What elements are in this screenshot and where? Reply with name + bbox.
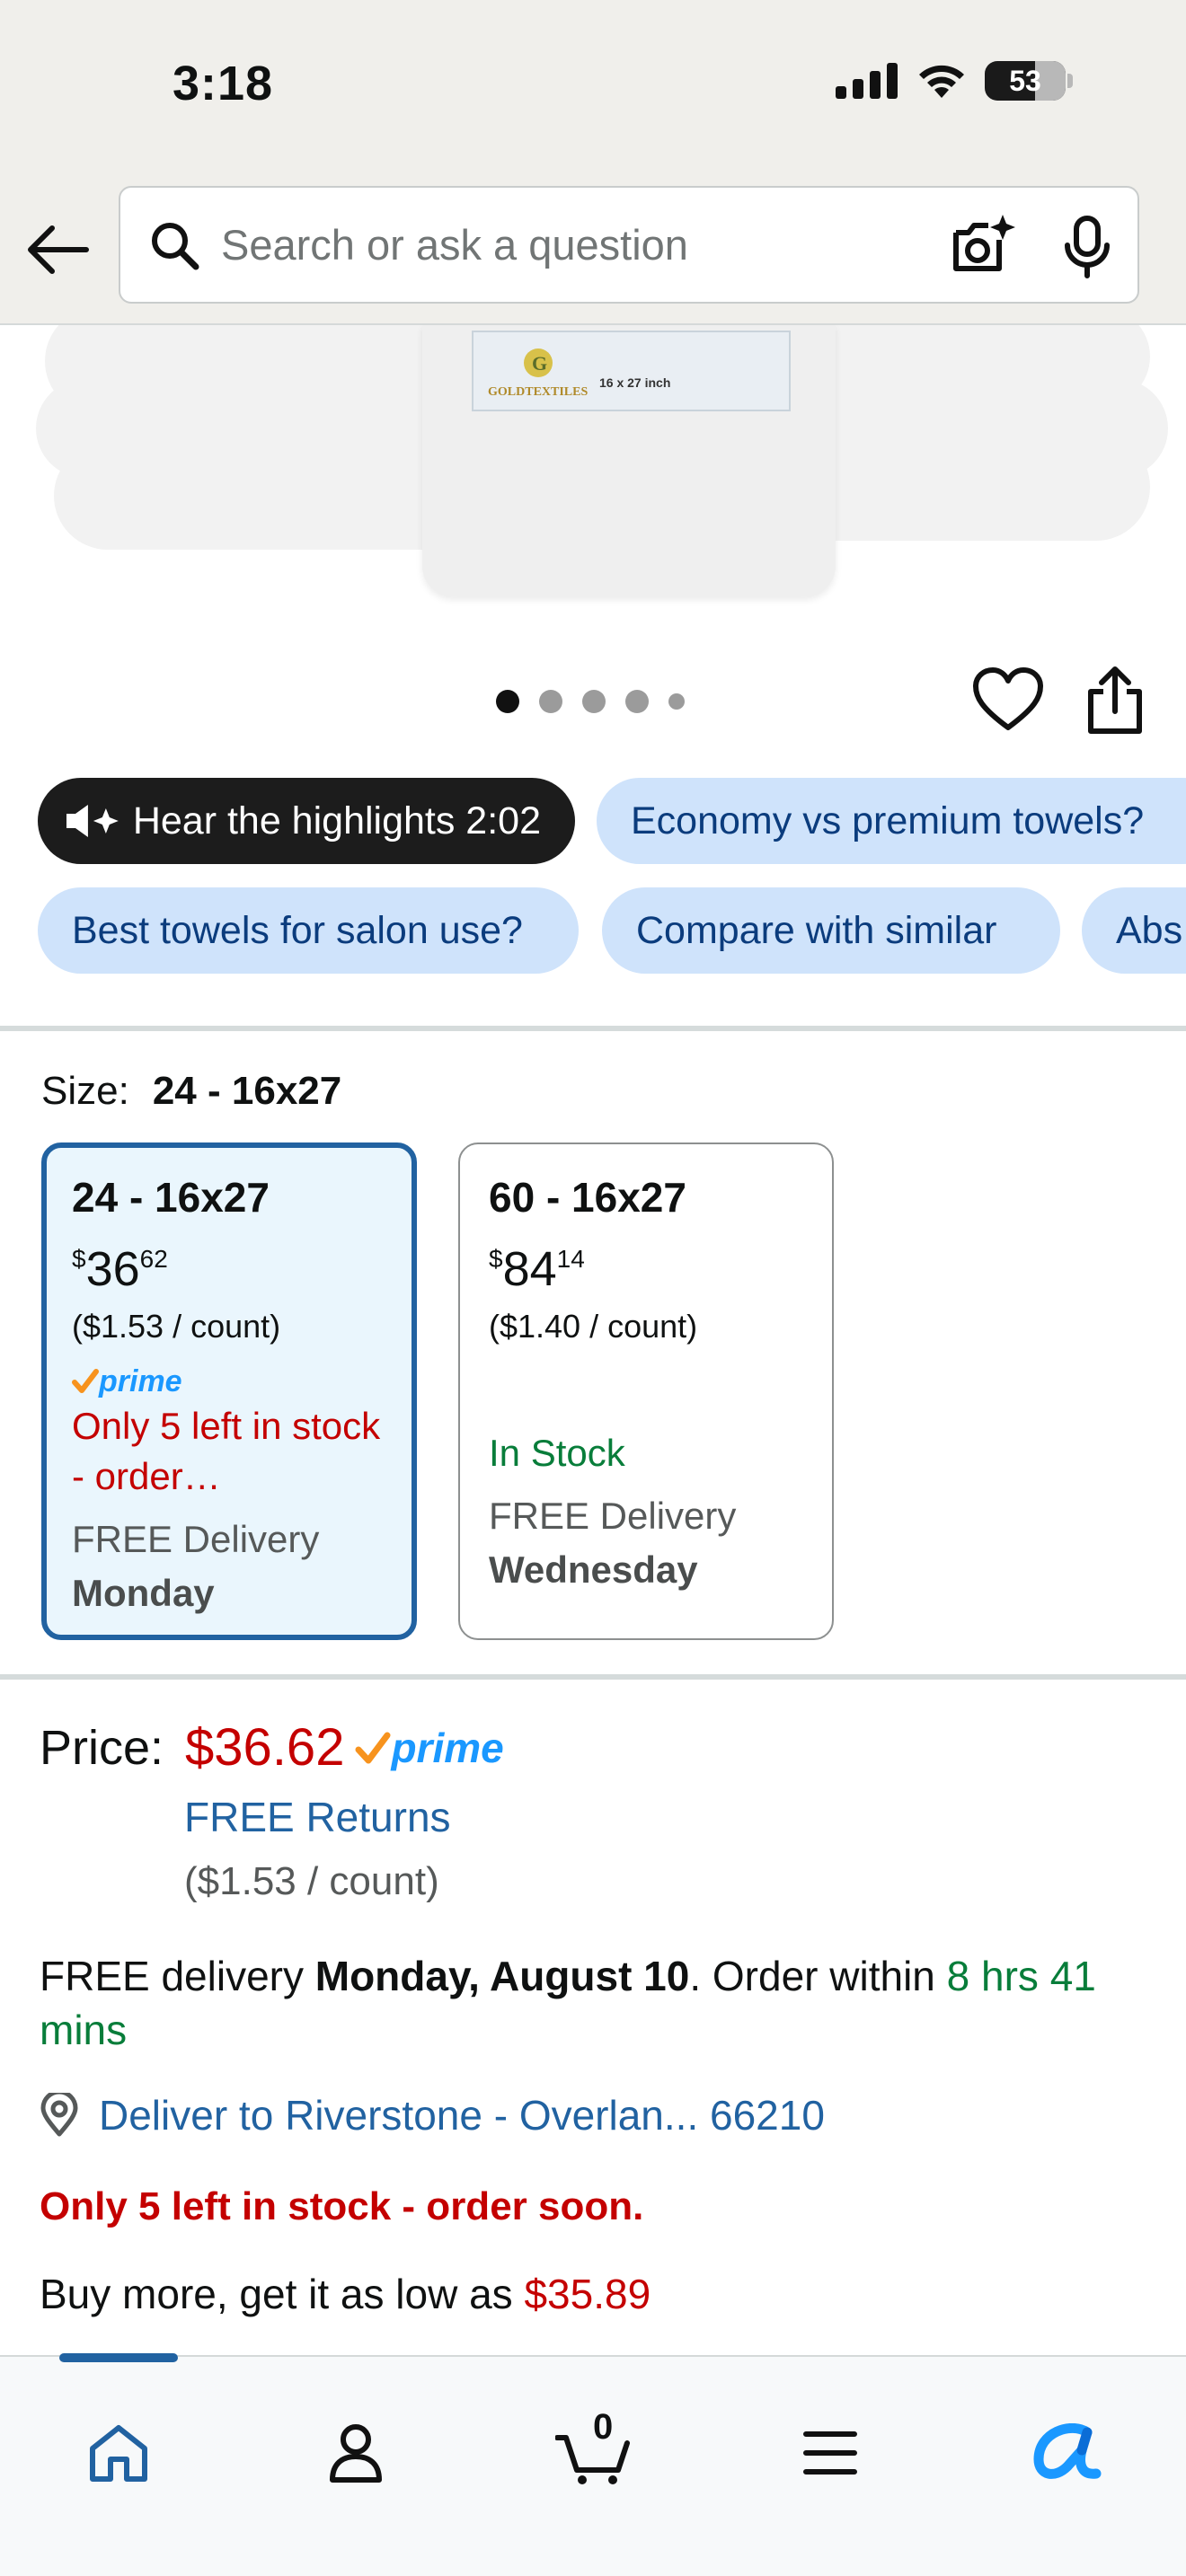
section-divider (0, 1674, 1186, 1680)
camera-search-button[interactable] (949, 213, 1017, 281)
chip-salon-towels[interactable]: Best towels for salon use? (38, 887, 579, 974)
buy-more-offer[interactable]: Buy more, get it as low as $35.89 (40, 2270, 651, 2318)
size-selected-value: 24 - 16x27 (152, 1069, 342, 1113)
deliver-to-location[interactable]: Deliver to Riverstone - Overlan... 66210 (40, 2091, 825, 2139)
size-option-unit-price: ($1.53 / count) (72, 1308, 281, 1345)
status-icons: 53 (836, 61, 1073, 101)
size-option-stock: Only 5 left in stock - order… (72, 1405, 381, 1497)
product-image[interactable]: G GOLDTEXTILES 16 x 27 inch (0, 325, 1186, 622)
person-icon (330, 2424, 382, 2483)
search-input[interactable] (221, 220, 922, 269)
unit-price: ($1.53 / count) (184, 1859, 439, 1903)
size-option-price: $36 62 (72, 1242, 168, 1296)
carousel-dot[interactable] (539, 690, 562, 713)
price-label: Price: (40, 1720, 164, 1775)
size-option-60[interactable]: 60 - 16x27 $84 14 ($1.40 / count) In Stoc… (458, 1142, 834, 1640)
home-icon (90, 2425, 147, 2482)
microphone-icon (1065, 216, 1110, 278)
prime-logo: prime (355, 1721, 504, 1775)
carousel-dot[interactable] (496, 690, 519, 713)
nav-cart[interactable]: 0 (548, 2407, 638, 2493)
location-pin-icon (40, 2093, 78, 2137)
prime-badge: prime (72, 1364, 386, 1398)
size-header: Size: 24 - 16x27 (41, 1069, 341, 1114)
price-row: Price: $36.62 prime (40, 1717, 504, 1778)
nav-home[interactable] (74, 2413, 164, 2493)
carousel-dot[interactable] (668, 693, 685, 710)
menu-icon (803, 2431, 857, 2475)
size-option-24[interactable]: 24 - 16x27 $36 62 ($1.53 / count) prime O… (41, 1142, 417, 1640)
free-returns-link[interactable]: FREE Returns (184, 1793, 451, 1841)
svg-text:GOLDTEXTILES: GOLDTEXTILES (488, 385, 588, 399)
hear-highlights-label: Hear the highlights 2:02 (132, 798, 541, 842)
rufus-assistant-icon (1033, 2423, 1102, 2479)
chip-economy-vs-premium[interactable]: Economy vs premium towels? (597, 778, 1186, 864)
size-option-stock: In Stock (489, 1432, 625, 1474)
hear-highlights-button[interactable]: Hear the highlights 2:02 (38, 778, 575, 864)
nav-account[interactable] (311, 2413, 401, 2493)
section-divider (0, 1026, 1186, 1031)
buy-more-price: $35.89 (524, 2271, 651, 2317)
back-button[interactable] (23, 216, 92, 284)
low-stock-warning: Only 5 left in stock - order soon. (40, 2184, 644, 2228)
bottom-navigation: 0 (0, 2353, 1186, 2576)
nav-rufus-assistant[interactable] (1022, 2413, 1112, 2493)
chip-compare-similar[interactable]: Compare with similar (602, 887, 1060, 974)
size-option-delivery: FREE Delivery Monday (72, 1518, 320, 1614)
camera-icon (953, 215, 1015, 271)
carousel-dot[interactable] (582, 690, 606, 713)
size-label: Size: (41, 1069, 129, 1113)
search-icon (152, 222, 199, 269)
nav-menu[interactable] (785, 2413, 875, 2493)
battery-icon: 53 (985, 61, 1066, 101)
towel-stack-left (54, 442, 485, 550)
active-tab-indicator (59, 2353, 178, 2362)
add-to-list-button[interactable] (972, 666, 1044, 735)
back-arrow-icon (28, 225, 89, 274)
size-option-unit-price: ($1.40 / count) (489, 1308, 698, 1345)
prime-check-icon (355, 1732, 391, 1763)
package-size-label: 16 x 27 inch (599, 375, 671, 390)
chip-label: Compare with similar (636, 908, 997, 952)
battery-tip (1067, 74, 1073, 88)
size-option-price: $84 14 (489, 1242, 585, 1296)
share-button[interactable] (1084, 665, 1146, 737)
chip-abs[interactable]: Abs (1082, 887, 1186, 974)
size-option-delivery: FREE Delivery Wednesday (489, 1495, 737, 1591)
carousel-dot[interactable] (625, 690, 649, 713)
search-bar[interactable] (119, 186, 1139, 304)
cart-count: 0 (593, 2407, 614, 2447)
svg-text:G: G (532, 352, 547, 375)
share-icon (1088, 666, 1142, 734)
wifi-icon (919, 65, 964, 98)
audio-sparkle-icon (66, 805, 119, 837)
brand-logo-icon: G GOLDTEXTILES (488, 348, 588, 399)
delivery-message: FREE delivery Monday, August 10. Order w… (40, 1953, 1096, 2053)
product-page: 3:18 53 Search or ask a question G GOLDT… (0, 0, 1186, 2576)
size-option-title: 24 - 16x27 (72, 1174, 270, 1221)
image-carousel-dots[interactable] (496, 690, 685, 713)
chip-label: Abs (1116, 908, 1183, 952)
package-label: G GOLDTEXTILES 16 x 27 inch (472, 331, 791, 411)
deliver-to-text: Deliver to Riverstone - Overlan... 66210 (99, 2092, 825, 2139)
size-option-title: 60 - 16x27 (489, 1174, 686, 1221)
heart-icon (973, 667, 1043, 730)
chip-label: Best towels for salon use? (72, 908, 523, 952)
chip-label: Economy vs premium towels? (631, 798, 1145, 842)
top-header: 3:18 53 (0, 0, 1186, 325)
cellular-signal-icon (836, 63, 898, 99)
prime-check-icon (72, 1369, 99, 1393)
price-value: $36.62 (185, 1718, 345, 1777)
status-time: 3:18 (173, 57, 274, 110)
voice-search-button[interactable] (1053, 213, 1121, 281)
